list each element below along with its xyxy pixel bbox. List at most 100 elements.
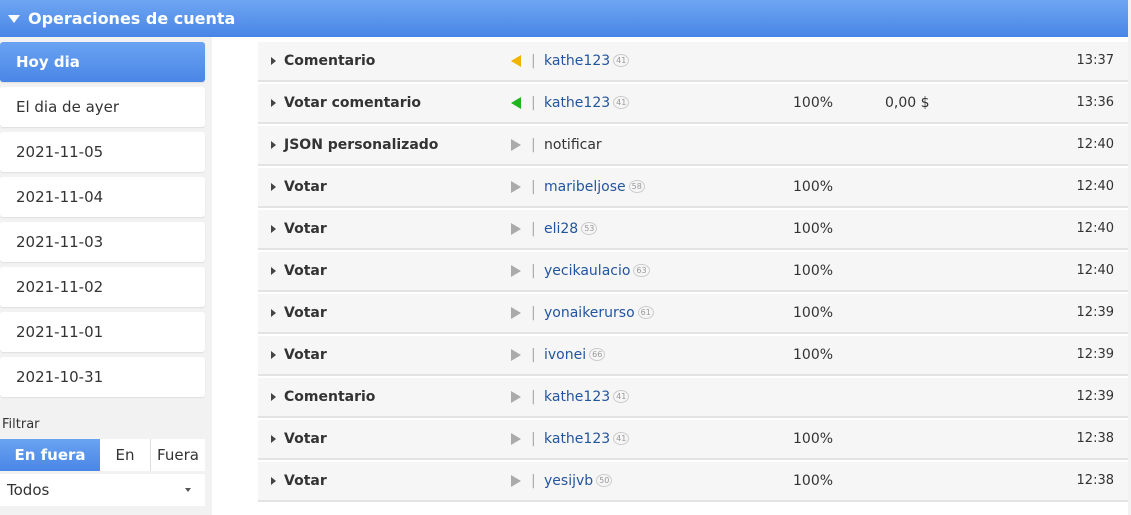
account-link[interactable]: eli28 53 xyxy=(544,221,598,237)
filter-segment-out[interactable]: Fuera xyxy=(151,439,205,471)
operation-type: JSON personalizado xyxy=(284,137,439,153)
vote-weight: 100% xyxy=(793,347,834,363)
operation-time: 12:40 xyxy=(1076,221,1114,236)
vote-weight: 100% xyxy=(793,473,834,489)
operation-type: Votar xyxy=(284,179,327,195)
expand-arrow-icon[interactable] xyxy=(271,141,276,149)
operation-time: 13:37 xyxy=(1076,53,1114,68)
reputation-badge: 41 xyxy=(613,432,630,445)
day-item[interactable]: 2021-11-03 xyxy=(0,222,205,262)
account-name[interactable]: maribeljose xyxy=(544,179,626,195)
operation-type: Votar xyxy=(284,473,327,489)
operation-row[interactable]: Votar | kathe123 41 100% 12:38 xyxy=(258,420,1128,460)
operation-type-select[interactable]: Todos xyxy=(0,474,205,506)
reputation-badge: 41 xyxy=(613,390,630,403)
vote-weight: 100% xyxy=(793,179,834,195)
reputation-badge: 41 xyxy=(613,54,630,67)
account-link[interactable]: yesijvb 50 xyxy=(544,473,613,489)
operation-row[interactable]: Votar | eli28 53 100% 12:40 xyxy=(258,210,1128,250)
account-name[interactable]: yesijvb xyxy=(544,473,593,489)
header-title: Operaciones de cuenta xyxy=(28,9,236,28)
operation-row[interactable]: Votar | yecikaulacio 63 100% 12:40 xyxy=(258,252,1128,292)
operation-time: 13:36 xyxy=(1076,95,1114,110)
account-link[interactable]: ivonei 66 xyxy=(544,347,606,363)
day-item[interactable]: 2021-11-02 xyxy=(0,267,205,307)
operation-row[interactable]: Votar comentario | kathe123 41 100% 0,00 $ 13:… xyxy=(258,84,1128,124)
expand-arrow-icon[interactable] xyxy=(271,183,276,191)
separator: | xyxy=(531,137,536,153)
account-link[interactable]: yonaikerurso 61 xyxy=(544,305,654,321)
vote-weight: 100% xyxy=(793,263,834,279)
operation-type: Votar comentario xyxy=(284,95,422,111)
collapse-triangle-icon[interactable] xyxy=(8,14,20,23)
operation-row[interactable]: Votar | maribeljose 58 100% 12:40 xyxy=(258,168,1128,208)
operation-time: 12:39 xyxy=(1076,305,1114,320)
operation-row[interactable]: JSON personalizado | notificar 12:40 xyxy=(258,126,1128,166)
day-item[interactable]: 2021-10-31 xyxy=(0,357,205,397)
operation-time: 12:39 xyxy=(1076,389,1114,404)
reputation-badge: 58 xyxy=(628,180,645,193)
select-value: Todos xyxy=(7,481,50,499)
account-link[interactable]: kathe123 41 xyxy=(544,389,630,405)
day-item[interactable]: 2021-11-01 xyxy=(0,312,205,352)
direction-icon xyxy=(511,55,521,67)
vote-weight: 100% xyxy=(793,95,834,111)
filter-segment-in[interactable]: En xyxy=(100,439,151,471)
account-link[interactable]: kathe123 41 xyxy=(544,53,630,69)
operation-type: Votar xyxy=(284,347,327,363)
account-name[interactable]: eli28 xyxy=(544,221,578,237)
operation-time: 12:39 xyxy=(1076,347,1114,362)
operation-row[interactable]: Comentario | kathe123 41 12:39 xyxy=(258,378,1128,418)
operation-row[interactable]: Votar | yesijvb 50 100% 12:38 xyxy=(258,462,1128,502)
day-item[interactable]: 2021-11-04 xyxy=(0,177,205,217)
day-sidebar: Hoy dia El dia de ayer 2021-11-05 2021-1… xyxy=(0,42,205,402)
account-name[interactable]: ivonei xyxy=(544,347,586,363)
operation-target: notificar xyxy=(544,137,602,153)
direction-filter: En fuera En Fuera xyxy=(0,439,205,471)
expand-arrow-icon[interactable] xyxy=(271,267,276,275)
account-name[interactable]: yonaikerurso xyxy=(544,305,635,321)
account-name[interactable]: kathe123 xyxy=(544,95,610,111)
account-link[interactable]: kathe123 41 xyxy=(544,431,630,447)
vote-value: 0,00 $ xyxy=(885,95,930,111)
operation-time: 12:40 xyxy=(1076,263,1114,278)
separator: | xyxy=(531,179,536,195)
operation-time: 12:38 xyxy=(1076,431,1114,446)
separator: | xyxy=(531,305,536,321)
reputation-badge: 53 xyxy=(581,222,598,235)
operation-type: Comentario xyxy=(284,53,376,69)
account-link[interactable]: maribeljose 58 xyxy=(544,179,645,195)
dropdown-caret-icon xyxy=(185,488,191,492)
expand-arrow-icon[interactable] xyxy=(271,351,276,359)
account-name[interactable]: kathe123 xyxy=(544,431,610,447)
account-link[interactable]: kathe123 41 xyxy=(544,95,630,111)
separator: | xyxy=(531,221,536,237)
expand-arrow-icon[interactable] xyxy=(271,393,276,401)
expand-arrow-icon[interactable] xyxy=(271,435,276,443)
filter-label: Filtrar xyxy=(2,417,40,432)
direction-icon xyxy=(511,223,521,235)
vote-weight: 100% xyxy=(793,431,834,447)
operations-header[interactable]: Operaciones de cuenta xyxy=(0,0,1128,37)
filter-segment-all[interactable]: En fuera xyxy=(0,439,100,471)
operation-row[interactable]: Votar | yonaikerurso 61 100% 12:39 xyxy=(258,294,1128,334)
operation-row[interactable]: Votar | ivonei 66 100% 12:39 xyxy=(258,336,1128,376)
expand-arrow-icon[interactable] xyxy=(271,225,276,233)
expand-arrow-icon[interactable] xyxy=(271,57,276,65)
day-item[interactable]: 2021-11-05 xyxy=(0,132,205,172)
reputation-badge: 61 xyxy=(637,306,654,319)
expand-arrow-icon[interactable] xyxy=(271,309,276,317)
account-name[interactable]: yecikaulacio xyxy=(544,263,630,279)
direction-icon xyxy=(511,307,521,319)
operation-row[interactable]: Comentario | kathe123 41 13:37 xyxy=(258,42,1128,82)
account-link[interactable]: yecikaulacio 63 xyxy=(544,263,650,279)
expand-arrow-icon[interactable] xyxy=(271,477,276,485)
account-name[interactable]: kathe123 xyxy=(544,389,610,405)
expand-arrow-icon[interactable] xyxy=(271,99,276,107)
account-name[interactable]: kathe123 xyxy=(544,53,610,69)
separator: | xyxy=(531,431,536,447)
separator: | xyxy=(531,263,536,279)
reputation-badge: 63 xyxy=(633,264,650,277)
day-item-today[interactable]: Hoy dia xyxy=(0,42,205,82)
day-item-yesterday[interactable]: El dia de ayer xyxy=(0,87,205,127)
